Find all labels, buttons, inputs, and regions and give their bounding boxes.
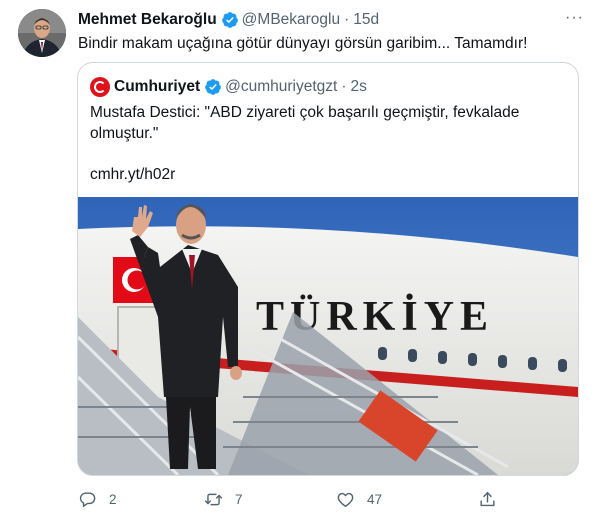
author-handle[interactable]: @MBekaroglu: [242, 11, 340, 29]
retweet-button[interactable]: 7: [204, 490, 336, 509]
like-button[interactable]: 47: [336, 490, 478, 509]
verified-badge-icon: [205, 79, 221, 95]
share-button[interactable]: [478, 490, 497, 509]
reply-icon: [79, 491, 96, 507]
tweet-text: Bindir makam uçağına götür dünyayı görsü…: [78, 35, 528, 52]
tweet-actions: 2 7 47: [78, 487, 584, 511]
quoted-timestamp: 2s: [350, 78, 367, 95]
author-name[interactable]: Mehmet Bekaroğlu: [78, 11, 217, 29]
cumhuriyet-logo-icon: [90, 77, 110, 97]
quoted-author-handle[interactable]: @cumhuriyetgzt: [225, 78, 337, 96]
quoted-tweet-card[interactable]: Cumhuriyet @cumhuriyetgzt · 2s Mustafa D…: [77, 62, 579, 476]
verified-badge-icon: [221, 12, 238, 28]
author-avatar[interactable]: [18, 9, 66, 57]
reply-button[interactable]: 2: [78, 490, 204, 509]
quoted-author-name[interactable]: Cumhuriyet: [114, 78, 200, 96]
quoted-tweet-header: Cumhuriyet @cumhuriyetgzt · 2s: [90, 76, 566, 98]
heart-icon: [337, 492, 354, 507]
share-icon: [480, 491, 495, 506]
reply-count: 2: [109, 491, 117, 507]
avatar-photo: [18, 9, 66, 57]
more-options-icon[interactable]: ···: [565, 9, 584, 27]
retweet-count: 7: [235, 491, 243, 507]
like-count: 47: [367, 491, 383, 507]
tweet-timestamp[interactable]: 15d: [353, 11, 379, 29]
tweet-header: Mehmet Bekaroğlu @MBekaroglu · 15d ···: [78, 9, 584, 31]
retweet-icon: [204, 493, 223, 505]
quoted-tweet-text: Mustafa Destici: "ABD ziyareti çok başar…: [90, 104, 520, 183]
header-separator: ·: [344, 11, 350, 28]
quoted-header-separator: ·: [341, 78, 347, 95]
quoted-tweet-photo[interactable]: TÜRKİYE: [78, 197, 578, 475]
